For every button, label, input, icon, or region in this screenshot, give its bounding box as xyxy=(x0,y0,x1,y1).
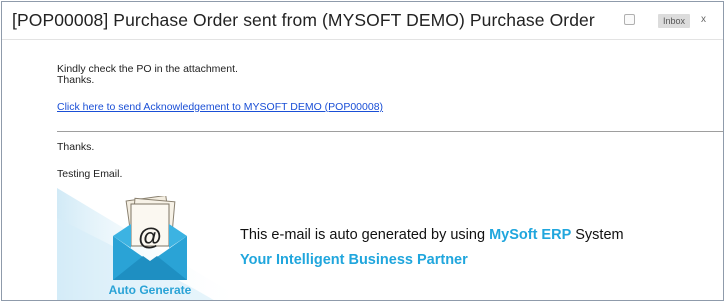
envelope-at-icon: @ xyxy=(113,196,187,280)
inbox-label-badge[interactable]: Inbox xyxy=(658,14,691,28)
signature-testing: Testing Email. xyxy=(57,168,123,180)
acknowledgement-link[interactable]: Click here to send Acknowledgement to MY… xyxy=(57,101,383,113)
remove-label-icon[interactable]: x xyxy=(701,13,706,27)
signature-divider xyxy=(57,131,723,132)
body-line-thanks: Thanks. xyxy=(57,74,95,86)
banner-tagline-suffix: System xyxy=(571,227,624,243)
brand-name: MySoft ERP xyxy=(489,227,572,243)
auto-generate-caption: Auto Generate xyxy=(108,283,192,297)
banner-tagline-prefix: This e-mail is auto generated by using xyxy=(240,227,490,243)
at-symbol: @ xyxy=(138,224,161,251)
email-subject: [POP00008] Purchase Order sent from (MYS… xyxy=(12,10,595,30)
signature-thanks: Thanks. xyxy=(57,141,95,153)
inbox-label-text: Inbox xyxy=(663,16,686,26)
header-divider xyxy=(2,39,723,40)
auto-generated-banner: @ Auto Generate This e-mail is auto gene… xyxy=(57,188,723,300)
banner-tagline: This e-mail is auto generated by using M… xyxy=(240,227,624,243)
brand-slogan: Your Intelligent Business Partner xyxy=(240,252,468,268)
email-window: [POP00008] Purchase Order sent from (MYS… xyxy=(1,1,724,301)
label-icon[interactable] xyxy=(624,14,635,25)
